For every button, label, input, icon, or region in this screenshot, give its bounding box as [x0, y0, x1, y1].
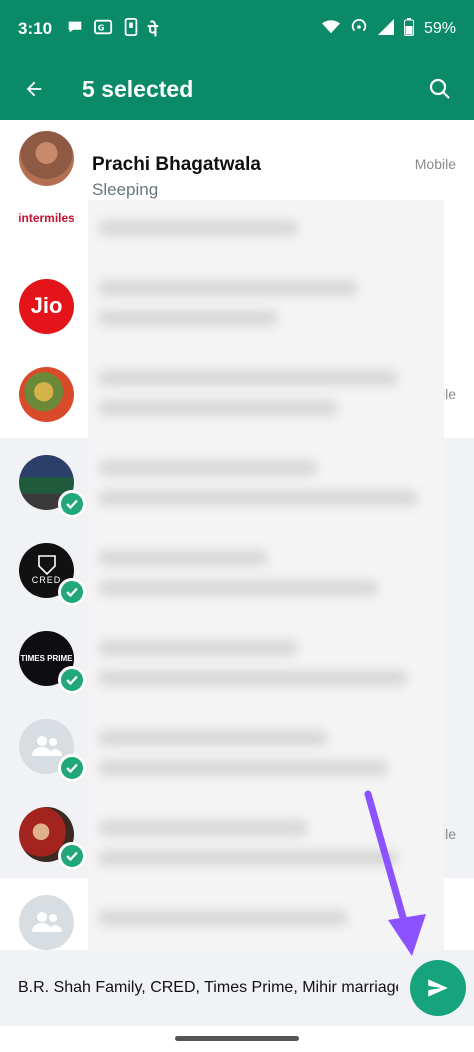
- search-icon[interactable]: [424, 73, 456, 105]
- cred-shield-icon: [37, 555, 56, 575]
- hotspot-icon: [350, 18, 368, 41]
- jio-logo: Jio: [30, 293, 63, 318]
- avatar: [19, 718, 86, 782]
- contact-type: Mobile: [414, 156, 456, 172]
- send-button[interactable]: [410, 960, 466, 1016]
- home-gesture-pill[interactable]: [175, 1036, 299, 1041]
- group-icon: [31, 912, 62, 932]
- pe-icon: पे: [148, 20, 158, 40]
- signal-icon: [377, 18, 394, 40]
- blurred-redaction: [88, 200, 444, 970]
- cred-logo: CRED: [31, 575, 62, 585]
- check-icon: [58, 577, 86, 606]
- avatar: [19, 454, 86, 518]
- avatar: CRED: [19, 542, 86, 606]
- status-bar: 3:10 G पे 59%: [0, 0, 474, 58]
- selected-names: B.R. Shah Family, CRED, Times Prime, Mih…: [18, 979, 398, 996]
- payment-icon: G: [94, 18, 114, 41]
- group-icon: [31, 736, 62, 756]
- avatar: TIMES PRIME: [19, 630, 86, 694]
- page-title: 5 selected: [82, 75, 194, 102]
- avatar: intermiles: [19, 190, 74, 246]
- battery-percent: 59%: [423, 20, 456, 37]
- arrow-left-icon[interactable]: [18, 73, 50, 105]
- phone-icon: [124, 17, 138, 41]
- avatar: [19, 894, 74, 950]
- avatar: [19, 806, 86, 870]
- check-icon: [58, 753, 86, 782]
- avatar: [19, 366, 74, 422]
- selected-recipients-bar: B.R. Shah Family, CRED, Times Prime, Mih…: [0, 950, 474, 1026]
- wifi-icon: [321, 19, 340, 40]
- clock: 3:10: [18, 19, 53, 38]
- contact-type: ile: [441, 386, 456, 402]
- contact-name: Prachi Bhagatwala: [92, 154, 261, 175]
- battery-icon: [403, 17, 414, 41]
- check-icon: [58, 841, 86, 870]
- check-icon: [58, 665, 86, 694]
- timesprime-logo: TIMES PRIME: [20, 653, 73, 663]
- navigation-bar: [0, 1026, 474, 1052]
- app-bar: 5 selected: [0, 58, 474, 120]
- send-icon: [428, 979, 448, 997]
- avatar: Jio: [19, 278, 74, 334]
- check-icon: [58, 489, 86, 518]
- contact-type: ile: [441, 826, 456, 842]
- chat-bubble-icon: [66, 18, 84, 41]
- svg-text:G: G: [98, 22, 105, 32]
- intermiles-logo: intermiles: [19, 211, 74, 225]
